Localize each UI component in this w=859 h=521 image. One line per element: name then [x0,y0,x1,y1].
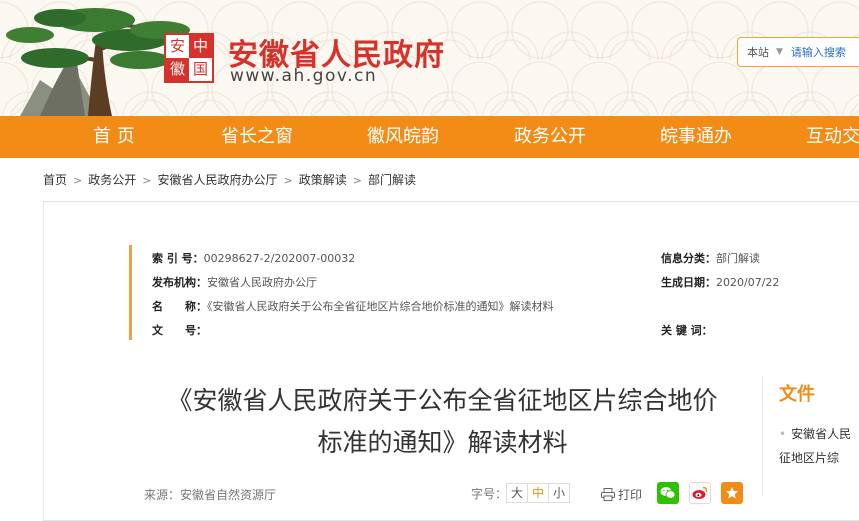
meta-index: 索 引 号：00298627-2/202007-00032 [152,250,355,266]
font-size-medium-button[interactable]: 中 [527,483,550,503]
breadcrumb-home[interactable]: 首页 [43,173,67,187]
meta-category: 信息分类：部门解读 [661,250,760,266]
share-favorite-button[interactable] [721,482,743,504]
site-url: www.ah.gov.cn [230,66,378,86]
breadcrumb-gov-affairs[interactable]: 政务公开 [88,173,136,187]
meta-name-value: 《安徽省人民政府关于公布全省征地区片综合地价标准的通知》解读材料 [207,300,554,313]
printer-icon [601,488,615,501]
side-item-text: 征地区片综 [779,451,840,465]
search-scope-select[interactable]: 本站 [738,44,769,60]
meta-date-value: 2020/07/22 [716,276,780,289]
meta-category-key: 信息分类： [661,252,716,265]
weibo-icon [692,486,708,499]
site-header: 安 中 徽 国 安徽省人民政府 www.ah.gov.cn 本站 ▼ [0,0,859,116]
font-size-label: 字号： [471,486,508,501]
nav-item-culture[interactable]: 徽风皖韵 [367,116,439,158]
breadcrumb-dept[interactable]: 部门解读 [368,173,416,187]
nav-item-gov-affairs[interactable]: 政务公开 [514,116,586,158]
print-button[interactable]: 打印 [601,486,642,503]
meta-docno: 文 号： [152,322,207,338]
meta-date: 生成日期：2020/07/22 [661,274,779,290]
breadcrumb: 首页 > 政务公开 > 安徽省人民政府办公厅 > 政策解读 > 部门解读 [43,171,416,188]
seal-char: 中 [189,35,212,58]
meta-index-value: 00298627-2/202007-00032 [203,252,356,265]
share-weibo-button[interactable] [689,482,711,504]
seal-char: 安 [169,37,185,55]
meta-issuer-value: 安徽省人民政府办公厅 [207,276,317,289]
print-label: 打印 [618,488,643,502]
meta-name-key: 名 称： [152,300,207,313]
share-wechat-button[interactable] [657,482,679,504]
meta-index-key: 索 引 号： [152,252,204,265]
nav-item-governor[interactable]: 省长之窗 [221,116,293,158]
breadcrumb-office[interactable]: 安徽省人民政府办公厅 [157,173,277,187]
article-title: 《安徽省人民政府关于公布全省征地区片综合地价 标准的通知》解读材料 [130,380,755,464]
article-title-line: 标准的通知》解读材料 [317,428,568,457]
side-list-item[interactable]: • 安徽省人民 征地区片综 [779,422,859,470]
meta-date-key: 生成日期： [661,276,716,289]
search-input[interactable] [790,45,859,59]
seal-char: 国 [192,60,208,78]
caret-down-icon[interactable]: ▼ [776,47,783,57]
side-divider [762,376,763,496]
nav-item-home[interactable]: 首 页 [93,116,135,158]
article-title-line: 《安徽省人民政府关于公布全省征地区片综合地价 [167,386,718,415]
breadcrumb-separator: > [283,174,293,187]
seal-char: 徽 [166,58,189,81]
meta-keywords: 关 键 词： [661,322,713,338]
search-box: 本站 ▼ [737,37,859,67]
logo-seal[interactable]: 安 中 徽 国 [164,33,214,83]
side-item-text: 安徽省人民 [791,427,852,441]
breadcrumb-separator: > [142,174,152,187]
meta-issuer-key: 发布机构： [152,276,207,289]
breadcrumb-policy[interactable]: 政策解读 [299,173,347,187]
breadcrumb-separator: > [73,174,83,187]
font-size-control: 字号： 大 中 小 [471,483,571,503]
font-size-small-button[interactable]: 小 [548,483,571,503]
meta-name: 名 称：《安徽省人民政府关于公布全省征地区片综合地价标准的通知》解读材料 [152,298,554,314]
side-section-title: 文件 [779,384,815,405]
main-nav: 首 页 省长之窗 徽风皖韵 政务公开 皖事通办 互动交 [0,116,859,158]
bullet-icon: • [779,427,787,441]
breadcrumb-separator: > [352,174,362,187]
nav-item-interaction[interactable]: 互动交 [806,116,859,158]
font-size-large-button[interactable]: 大 [506,483,529,503]
article-source: 来源：安徽省自然资源厅 [144,488,277,502]
nav-item-services[interactable]: 皖事通办 [660,116,732,158]
meta-category-value: 部门解读 [716,252,760,265]
meta-keywords-key: 关 键 词： [661,324,713,337]
wechat-icon [660,487,676,499]
meta-issuer: 发布机构：安徽省人民政府办公厅 [152,274,317,290]
star-icon [726,487,738,499]
meta-docno-key: 文 号： [152,324,207,337]
